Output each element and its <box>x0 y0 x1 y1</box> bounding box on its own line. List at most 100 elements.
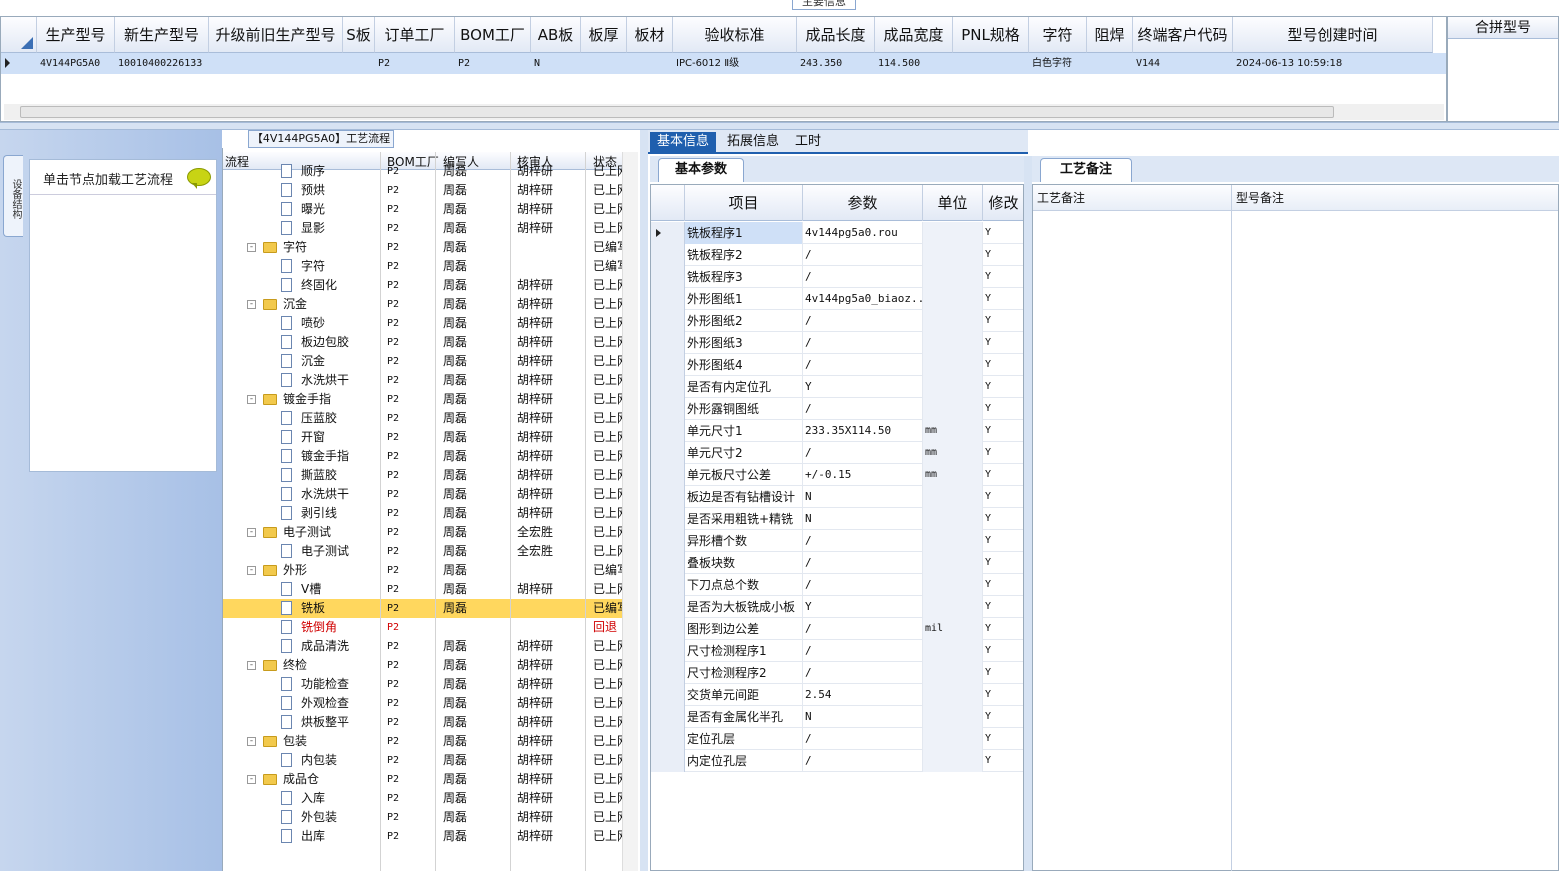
vertical-splitter[interactable] <box>640 130 648 871</box>
row-header[interactable] <box>651 464 685 486</box>
row-header[interactable] <box>651 442 685 464</box>
param-mod[interactable]: Y <box>983 398 1023 420</box>
param-unit[interactable]: mm <box>923 420 983 442</box>
grid-corner[interactable] <box>1 17 37 53</box>
tree-node[interactable]: 水洗烘干 P2 周磊 胡梓研 已上网 <box>223 371 623 390</box>
table-cell[interactable] <box>343 53 375 74</box>
table-cell[interactable] <box>953 53 1029 74</box>
param-row[interactable]: 是否采用粗铣+精铣 N Y <box>651 508 1023 530</box>
table-cell[interactable]: P2 <box>455 53 531 74</box>
row-header[interactable] <box>651 618 685 640</box>
param-unit[interactable] <box>923 354 983 376</box>
param-row[interactable]: 外形露铜图纸 / Y <box>651 398 1023 420</box>
param-unit[interactable] <box>923 398 983 420</box>
row-header[interactable] <box>651 728 685 750</box>
param-value[interactable]: / <box>803 662 923 684</box>
param-mod[interactable]: Y <box>983 464 1023 486</box>
table-cell[interactable]: N <box>531 53 581 74</box>
param-row[interactable]: 交货单元间距 2.54 Y <box>651 684 1023 706</box>
param-value[interactable]: / <box>803 332 923 354</box>
param-unit[interactable] <box>923 376 983 398</box>
param-mod[interactable]: Y <box>983 354 1023 376</box>
row-header[interactable] <box>651 596 685 618</box>
table-cell[interactable] <box>581 53 627 74</box>
model-notes-column[interactable]: 型号备注 <box>1232 185 1558 211</box>
param-value[interactable]: 233.35X114.50 <box>803 420 923 442</box>
param-unit[interactable]: mm <box>923 442 983 464</box>
tree-node[interactable]: 外观检查 P2 周磊 胡梓研 已上网 <box>223 694 623 713</box>
collapse-icon[interactable]: - <box>247 566 256 575</box>
equipment-structure-tab[interactable]: 设备结构 <box>3 155 23 237</box>
param-row[interactable]: 外形图纸2/ Y <box>651 310 1023 332</box>
param-row[interactable]: 是否为大板铣成小板 Y Y <box>651 596 1023 618</box>
column-header[interactable]: 新生产型号 <box>115 17 209 53</box>
param-row[interactable]: 叠板块数 / Y <box>651 552 1023 574</box>
tree-node[interactable]: 撕蓝胶 P2 周磊 胡梓研 已上网 <box>223 466 623 485</box>
param-mod[interactable]: Y <box>983 332 1023 354</box>
column-header[interactable]: S板 <box>343 17 375 53</box>
row-header[interactable] <box>651 552 685 574</box>
tree-node[interactable]: 沉金 P2 周磊 胡梓研 已上网 <box>223 352 623 371</box>
row-header[interactable] <box>651 222 685 244</box>
param-value[interactable]: / <box>803 244 923 266</box>
table-cell[interactable]: 243.350 <box>797 53 875 74</box>
collapse-icon[interactable]: - <box>247 737 256 746</box>
param-mod[interactable]: Y <box>983 552 1023 574</box>
column-header[interactable]: 验收标准 <box>673 17 797 53</box>
tree-vertical-scrollbar[interactable] <box>622 152 638 871</box>
param-row[interactable]: 尺寸检测程序1/ Y <box>651 640 1023 662</box>
row-header[interactable] <box>651 420 685 442</box>
param-row[interactable]: 铣板程序3/ Y <box>651 266 1023 288</box>
tree-node[interactable]: 板边包胶 P2 周磊 胡梓研 已上网 <box>223 333 623 352</box>
horizontal-scrollbar[interactable] <box>4 104 1444 120</box>
param-unit[interactable] <box>923 508 983 530</box>
table-cell[interactable]: 114.500 <box>875 53 953 74</box>
tree-node[interactable]: 顺序 P2 周磊 胡梓研 已上网 <box>223 162 623 181</box>
row-header[interactable] <box>651 684 685 706</box>
tab-basic-info[interactable]: 基本信息 <box>650 132 717 154</box>
collapse-icon[interactable]: - <box>247 243 256 252</box>
column-header[interactable]: 型号创建时间 <box>1233 17 1433 53</box>
tree-node[interactable]: 终固化 P2 周磊 胡梓研 已上网 <box>223 276 623 295</box>
column-header[interactable]: 板材 <box>627 17 673 53</box>
table-row[interactable]: 4V144PG5A0 10010400226133 P2 P2 N IPC-6012 Ⅱ级… <box>1 53 1446 74</box>
tree-node[interactable]: 外包装 P2 周磊 胡梓研 已上网 <box>223 808 623 827</box>
param-unit[interactable] <box>923 750 983 772</box>
param-unit[interactable]: mil <box>923 618 983 640</box>
row-header[interactable] <box>651 706 685 728</box>
column-header[interactable]: 字符 <box>1029 17 1087 53</box>
table-cell[interactable]: 白色字符 <box>1029 53 1087 74</box>
collapse-icon[interactable]: - <box>247 661 256 670</box>
column-header[interactable]: 升级前旧生产型号 <box>209 17 343 53</box>
collapse-icon[interactable]: - <box>247 528 256 537</box>
tree-node[interactable]: - 字符 P2 周磊 已编写 <box>223 238 623 257</box>
param-row[interactable]: 异形槽个数 / Y <box>651 530 1023 552</box>
tree-node[interactable]: - 包装 P2 周磊 胡梓研 已上网 <box>223 732 623 751</box>
tree-node[interactable]: 镀金手指 P2 周磊 胡梓研 已上网 <box>223 447 623 466</box>
param-unit[interactable]: mm <box>923 464 983 486</box>
tree-node[interactable]: 成品清洗 P2 周磊 胡梓研 已上网 <box>223 637 623 656</box>
collapse-icon[interactable]: - <box>247 775 256 784</box>
row-header[interactable] <box>651 266 685 288</box>
param-value[interactable]: +/-0.15 <box>803 464 923 486</box>
param-mod[interactable]: Y <box>983 662 1023 684</box>
tree-node[interactable]: 字符 P2 周磊 已编写 <box>223 257 623 276</box>
tree-node[interactable]: 显影 P2 周磊 胡梓研 已上网 <box>223 219 623 238</box>
vertical-splitter[interactable] <box>1024 156 1032 871</box>
table-cell[interactable] <box>627 53 673 74</box>
column-header[interactable]: BOM工厂 <box>455 17 531 53</box>
param-unit[interactable] <box>923 640 983 662</box>
row-header[interactable] <box>651 530 685 552</box>
param-value[interactable]: / <box>803 398 923 420</box>
column-header[interactable]: PNL规格 <box>953 17 1029 53</box>
param-value[interactable]: / <box>803 310 923 332</box>
column-header[interactable]: 成品长度 <box>797 17 875 53</box>
tree-node[interactable]: 铣倒角 P2 回退 <box>223 618 623 637</box>
row-header[interactable] <box>651 244 685 266</box>
param-unit[interactable] <box>923 332 983 354</box>
table-cell[interactable]: IPC-6012 Ⅱ级 <box>673 53 797 74</box>
param-unit[interactable] <box>923 596 983 618</box>
basic-params-tab[interactable]: 基本参数 <box>658 158 744 182</box>
speech-bubble-icon[interactable] <box>187 168 211 189</box>
tree-node[interactable]: 预烘 P2 周磊 胡梓研 已上网 <box>223 181 623 200</box>
